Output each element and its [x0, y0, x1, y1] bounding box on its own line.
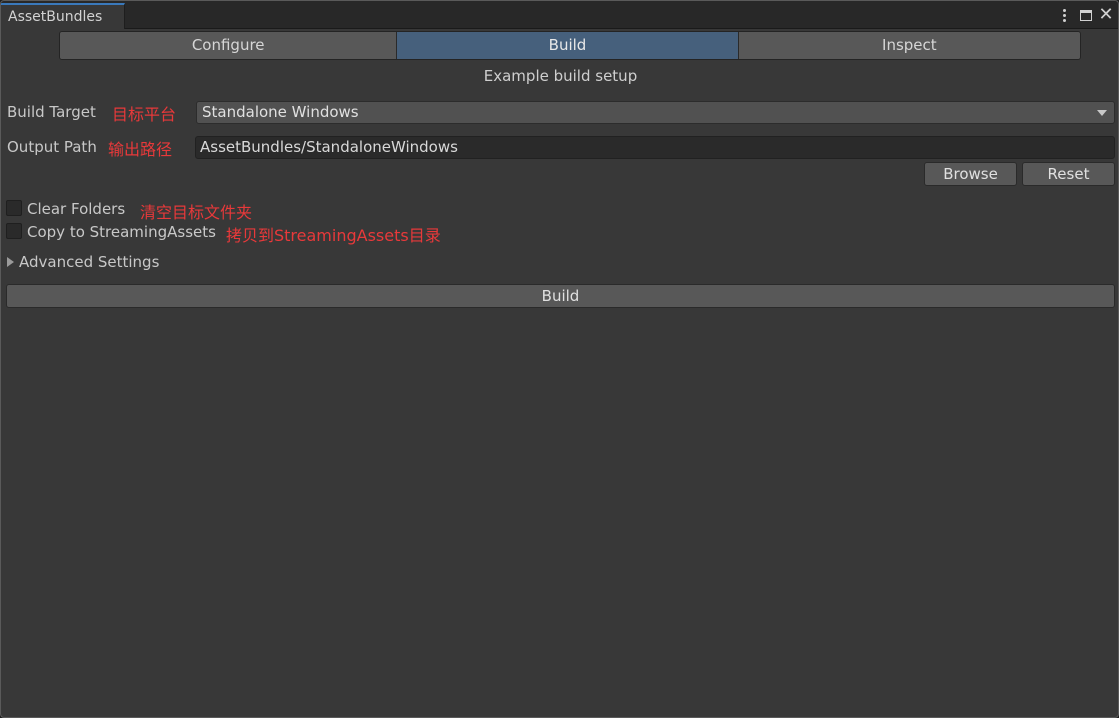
assetbundles-window: AssetBundles ✕ Configure Build Inspect E…	[0, 0, 1119, 718]
close-icon[interactable]: ✕	[1098, 6, 1114, 24]
copy-streaming-checkbox[interactable]	[6, 223, 22, 239]
tab-configure[interactable]: Configure	[60, 32, 398, 59]
build-button[interactable]: Build	[6, 284, 1115, 308]
browse-button[interactable]: Browse	[924, 162, 1017, 186]
reset-button[interactable]: Reset	[1022, 162, 1115, 186]
output-path-input[interactable]: AssetBundles/StandaloneWindows	[195, 136, 1115, 159]
build-target-dropdown[interactable]: Standalone Windows	[196, 101, 1115, 124]
clear-folders-label: Clear Folders	[27, 200, 126, 218]
kebab-menu-icon[interactable]	[1056, 6, 1072, 24]
dropdown-arrow-icon	[1097, 110, 1107, 116]
title-bar: AssetBundles ✕	[1, 1, 1118, 29]
build-target-annotation: 目标平台	[112, 105, 177, 124]
clear-folders-checkbox[interactable]	[6, 200, 22, 216]
copy-streaming-label: Copy to StreamingAssets	[27, 223, 216, 241]
build-target-label: Build Target	[7, 103, 96, 121]
output-path-label: Output Path	[7, 138, 97, 156]
output-path-annotation: 输出路径	[108, 140, 173, 159]
mode-toolbar: Configure Build Inspect	[59, 31, 1081, 60]
advanced-settings-foldout[interactable]: Advanced Settings	[19, 253, 159, 271]
page-subtitle: Example build setup	[483, 67, 638, 85]
foldout-arrow-icon[interactable]	[7, 257, 14, 267]
window-tab[interactable]: AssetBundles	[1, 3, 125, 29]
tab-inspect[interactable]: Inspect	[738, 32, 1080, 59]
copy-streaming-annotation: 拷贝到StreamingAssets目录	[226, 226, 441, 245]
tab-build[interactable]: Build	[397, 32, 739, 59]
clear-folders-annotation: 清空目标文件夹	[140, 203, 253, 222]
build-target-value: Standalone Windows	[202, 103, 359, 121]
maximize-icon[interactable]	[1078, 6, 1094, 24]
